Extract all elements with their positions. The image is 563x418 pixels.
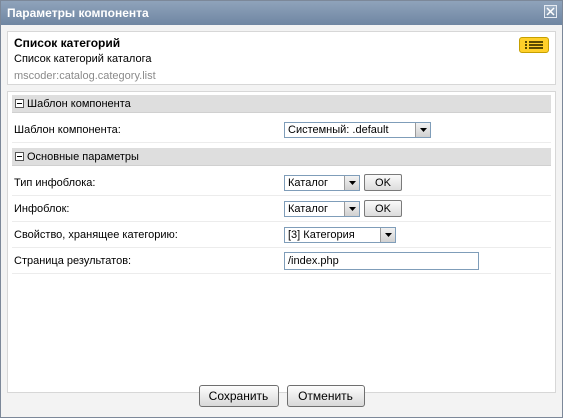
component-code: mscoder:catalog.category.list <box>14 70 156 82</box>
category-prop-label: Свойство, хранящее категорию: <box>14 228 178 241</box>
section-main-params[interactable]: Основные параметры <box>12 148 551 166</box>
section-template[interactable]: Шаблон компонента <box>12 95 551 113</box>
chevron-down-icon[interactable] <box>344 201 359 216</box>
template-label: Шаблон компонента: <box>14 123 121 136</box>
category-prop-value: [3] Категория <box>288 228 355 241</box>
iblock-label: Инфоблок: <box>14 202 70 215</box>
component-params-dialog: Параметры компонента Список категорий Сп… <box>0 0 563 418</box>
category-prop-row: Свойство, хранящее категорию: [3] Катего… <box>12 222 551 248</box>
section-title: Основные параметры <box>27 150 139 163</box>
chevron-down-icon[interactable] <box>415 122 430 137</box>
iblock-select[interactable]: Каталог <box>284 200 360 217</box>
cancel-button[interactable]: Отменить <box>286 385 365 407</box>
iblock-type-label: Тип инфоблока: <box>14 176 96 189</box>
iblock-row: Инфоблок: Каталог OK <box>12 196 551 222</box>
component-name: Список категорий <box>14 36 121 50</box>
dialog-footer: Сохранить Отменить <box>1 385 562 407</box>
template-row: Шаблон компонента: Системный: .default <box>12 117 551 143</box>
chevron-down-icon[interactable] <box>380 227 395 242</box>
iblock-value: Каталог <box>288 202 328 215</box>
collapse-icon[interactable] <box>15 99 24 108</box>
section-title: Шаблон компонента <box>27 97 131 110</box>
window-title: Параметры компонента <box>7 6 149 20</box>
template-value: Системный: .default <box>288 123 389 136</box>
component-header: Список категорий Список категорий катало… <box>7 31 556 85</box>
result-page-row: Страница результатов: <box>12 248 551 274</box>
iblock-ok-button[interactable]: OK <box>364 200 402 217</box>
collapse-icon[interactable] <box>15 152 24 161</box>
save-button[interactable]: Сохранить <box>198 385 279 407</box>
list-icon[interactable] <box>519 37 549 53</box>
chevron-down-icon[interactable] <box>344 175 359 190</box>
category-prop-select[interactable]: [3] Категория <box>284 226 396 243</box>
component-description: Список категорий каталога <box>14 53 152 65</box>
result-page-input[interactable] <box>284 251 479 270</box>
titlebar[interactable]: Параметры компонента <box>1 1 562 25</box>
template-select[interactable]: Системный: .default <box>284 121 431 138</box>
iblock-type-row: Тип инфоблока: Каталог OK <box>12 170 551 196</box>
close-icon[interactable] <box>544 5 557 18</box>
parameters-panel: Шаблон компонента Шаблон компонента: Сис… <box>7 91 556 393</box>
result-page-label: Страница результатов: <box>14 254 132 267</box>
iblock-type-value: Каталог <box>288 176 328 189</box>
iblock-type-ok-button[interactable]: OK <box>364 174 402 191</box>
iblock-type-select[interactable]: Каталог <box>284 174 360 191</box>
